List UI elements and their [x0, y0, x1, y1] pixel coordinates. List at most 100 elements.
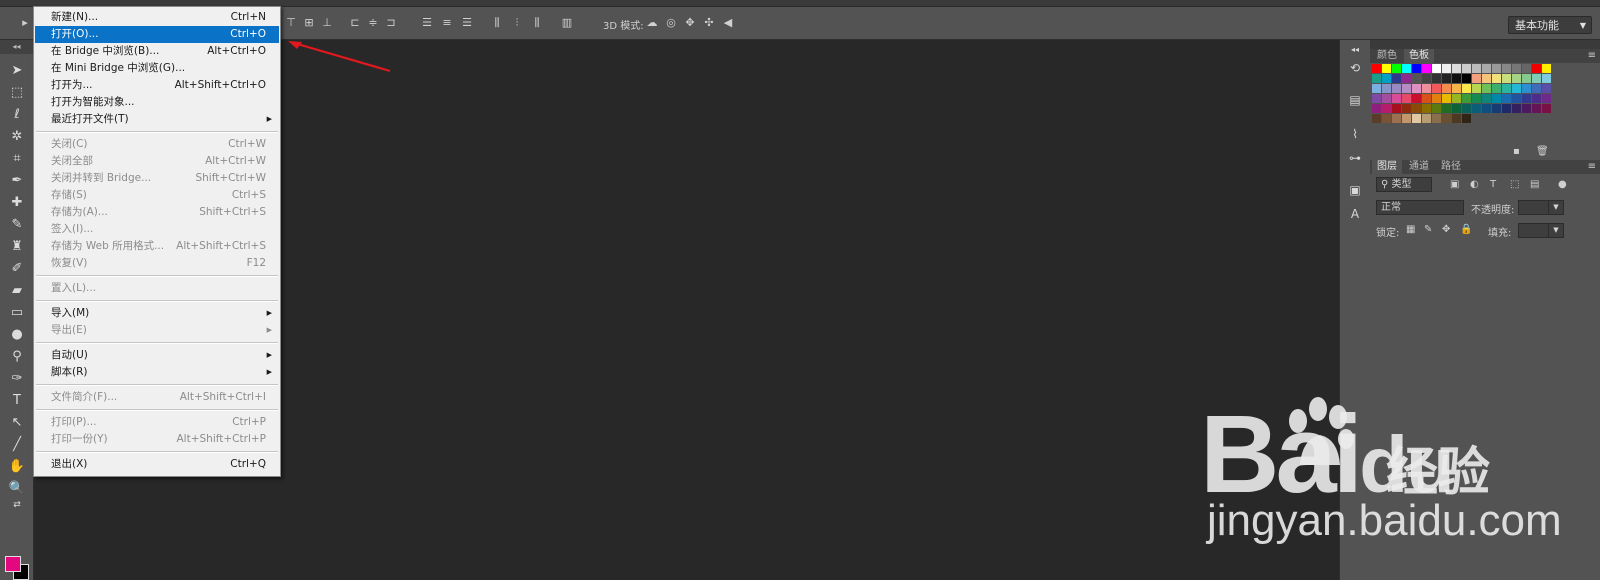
- menu-item-print-one-copy[interactable]: 打印一份(Y) Alt+Shift+Ctrl+P: [35, 431, 279, 448]
- 3d-pan-icon[interactable]: ✥: [683, 17, 697, 29]
- collapse-dock-icon[interactable]: ◂◂: [1347, 42, 1363, 58]
- move-tool-icon[interactable]: ➤: [6, 62, 28, 80]
- shape-layer-filter-icon[interactable]: ⬚: [1510, 179, 1519, 190]
- align-vcenter-icon[interactable]: ⊞: [302, 17, 316, 29]
- chevron-down-icon[interactable]: ▼: [1548, 223, 1564, 238]
- color-swatch[interactable]: [1382, 84, 1391, 93]
- color-swatch[interactable]: [1412, 84, 1421, 93]
- color-swatch[interactable]: [1452, 94, 1461, 103]
- properties-panel-icon[interactable]: ▤: [1347, 92, 1363, 108]
- color-swatch[interactable]: [1402, 104, 1411, 113]
- pixel-layer-filter-icon[interactable]: ▣: [1450, 179, 1459, 190]
- color-swatch[interactable]: [1542, 104, 1551, 113]
- gradient-tool-icon[interactable]: ▭: [6, 304, 28, 322]
- blur-tool-icon[interactable]: ●: [6, 326, 28, 344]
- color-swatch[interactable]: [1492, 74, 1501, 83]
- distribute-hcenter-icon[interactable]: ⫶: [510, 17, 524, 29]
- color-swatch[interactable]: [1452, 84, 1461, 93]
- 3d-roll-icon[interactable]: ◎: [664, 17, 678, 29]
- foreground-color-swatch[interactable]: [5, 556, 21, 572]
- tab-channels[interactable]: 通道: [1404, 160, 1434, 174]
- menu-item-close-all[interactable]: 关闭全部 Alt+Ctrl+W: [35, 153, 279, 170]
- menu-item-place[interactable]: 置入(L)...: [35, 280, 279, 297]
- distribute-left-icon[interactable]: ⫼: [490, 17, 504, 29]
- color-swatch[interactable]: [1462, 104, 1471, 113]
- trash-icon[interactable]: 🗑: [1536, 146, 1549, 157]
- color-swatch[interactable]: [1382, 74, 1391, 83]
- color-swatch[interactable]: [1482, 64, 1491, 73]
- color-swatch[interactable]: [1402, 74, 1411, 83]
- color-swatch[interactable]: [1442, 94, 1451, 103]
- clone-stamp-tool-icon[interactable]: ♜: [6, 238, 28, 256]
- color-swatch[interactable]: [1542, 94, 1551, 103]
- color-swatch[interactable]: [1422, 74, 1431, 83]
- color-swatch[interactable]: [1402, 114, 1411, 123]
- color-swatch[interactable]: [1512, 104, 1521, 113]
- line-tool-icon[interactable]: ╱: [6, 436, 28, 454]
- type-layer-filter-icon[interactable]: T: [1490, 179, 1496, 190]
- move-tool-preset-icon[interactable]: ▸: [18, 17, 32, 29]
- color-swatch[interactable]: [1532, 94, 1541, 103]
- color-swatch[interactable]: [1382, 64, 1391, 73]
- lock-pixels-icon[interactable]: ✎: [1424, 224, 1432, 235]
- collapse-icon[interactable]: ◂◂: [0, 40, 33, 54]
- menu-item-browse-in-bridge[interactable]: 在 Bridge 中浏览(B)... Alt+Ctrl+O: [35, 43, 279, 60]
- lock-all-icon[interactable]: 🔒: [1460, 224, 1472, 235]
- menu-item-file-info[interactable]: 文件简介(F)... Alt+Shift+Ctrl+I: [35, 389, 279, 406]
- color-swatch[interactable]: [1412, 104, 1421, 113]
- color-swatch[interactable]: [1402, 84, 1411, 93]
- color-swatch[interactable]: [1482, 74, 1491, 83]
- brush-presets-panel-icon[interactable]: ⌇: [1347, 126, 1363, 142]
- distribute-bottom-icon[interactable]: ☰: [460, 17, 474, 29]
- color-swatch[interactable]: [1402, 94, 1411, 103]
- menu-item-browse-in-mini-bridge[interactable]: 在 Mini Bridge 中浏览(G)...: [35, 60, 279, 77]
- menu-item-new[interactable]: 新建(N)... Ctrl+N: [35, 9, 279, 26]
- menu-item-automate[interactable]: 自动(U) ▶: [35, 347, 279, 364]
- color-swatch[interactable]: [1502, 74, 1511, 83]
- color-swatch[interactable]: [1442, 74, 1451, 83]
- menu-item-save-as[interactable]: 存储为(A)... Shift+Ctrl+S: [35, 204, 279, 221]
- history-panel-icon[interactable]: ⟲: [1347, 60, 1363, 76]
- color-swatch[interactable]: [1432, 104, 1441, 113]
- color-swatch[interactable]: [1542, 84, 1551, 93]
- color-swatch[interactable]: [1512, 74, 1521, 83]
- type-tool-icon[interactable]: T: [6, 392, 28, 410]
- color-swatch[interactable]: [1472, 104, 1481, 113]
- color-swatch[interactable]: [1522, 94, 1531, 103]
- panel-menu-icon[interactable]: ≡: [1588, 50, 1596, 61]
- color-swatch[interactable]: [1472, 74, 1481, 83]
- menu-item-import[interactable]: 导入(M) ▶: [35, 305, 279, 322]
- color-swatch[interactable]: [1472, 64, 1481, 73]
- color-swatch[interactable]: [1532, 104, 1541, 113]
- distribute-vcenter-icon[interactable]: ≡: [440, 17, 454, 29]
- new-swatch-icon[interactable]: ▪: [1513, 146, 1520, 157]
- color-swatch[interactable]: [1432, 74, 1441, 83]
- eyedropper-tool-icon[interactable]: ✒: [6, 172, 28, 190]
- tab-color[interactable]: 颜色: [1372, 49, 1402, 63]
- color-swatch[interactable]: [1462, 74, 1471, 83]
- 3d-rotate-icon[interactable]: ☁: [645, 17, 659, 29]
- color-swatch[interactable]: [1422, 84, 1431, 93]
- menu-item-exit[interactable]: 退出(X) Ctrl+Q: [35, 456, 279, 473]
- color-swatch[interactable]: [1472, 94, 1481, 103]
- align-hcenter-icon[interactable]: ≑: [366, 17, 380, 29]
- menu-item-close[interactable]: 关闭(C) Ctrl+W: [35, 136, 279, 153]
- color-swatch[interactable]: [1522, 84, 1531, 93]
- color-swatch[interactable]: [1462, 94, 1471, 103]
- marquee-tool-icon[interactable]: ⬚: [6, 84, 28, 102]
- menu-item-save[interactable]: 存储(S) Ctrl+S: [35, 187, 279, 204]
- swap-colors-icon[interactable]: ⇄: [6, 496, 28, 514]
- color-swatch[interactable]: [1392, 114, 1401, 123]
- magic-wand-tool-icon[interactable]: ✲: [6, 128, 28, 146]
- color-swatch[interactable]: [1482, 84, 1491, 93]
- color-swatch[interactable]: [1392, 84, 1401, 93]
- align-left-icon[interactable]: ⊏: [348, 17, 362, 29]
- color-swatch[interactable]: [1472, 84, 1481, 93]
- color-swatch[interactable]: [1412, 74, 1421, 83]
- brush-tool-icon[interactable]: ✎: [6, 216, 28, 234]
- color-swatch[interactable]: [1422, 64, 1431, 73]
- paragraph-panel-icon[interactable]: A: [1347, 206, 1363, 222]
- color-swatch[interactable]: [1392, 74, 1401, 83]
- color-swatch[interactable]: [1432, 94, 1441, 103]
- menu-item-print[interactable]: 打印(P)... Ctrl+P: [35, 414, 279, 431]
